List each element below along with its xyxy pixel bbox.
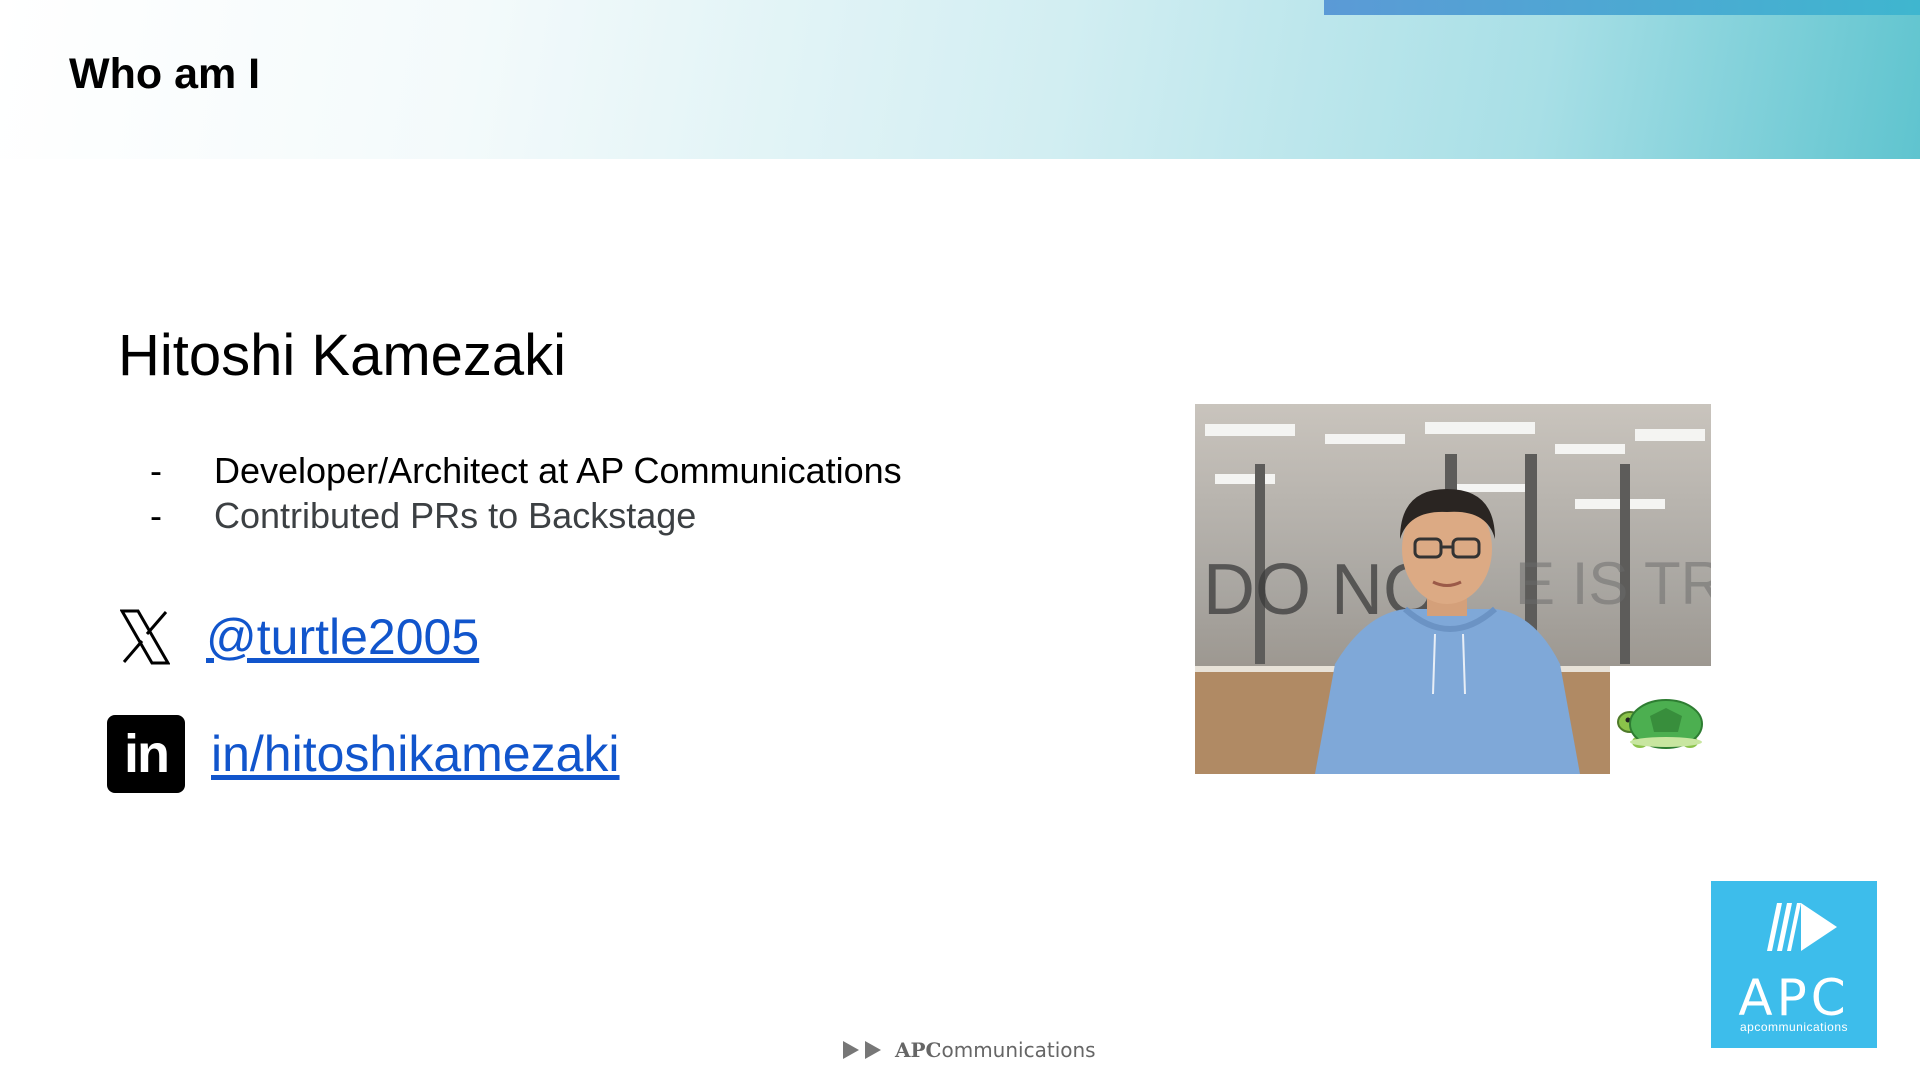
footer-logo: APCommunications <box>841 1038 1096 1062</box>
bullet-text: Contributed PRs to Backstage <box>214 495 697 536</box>
x-social-row: @turtle2005 <box>112 604 479 670</box>
linkedin-logo-icon: in <box>107 715 185 793</box>
linkedin-social-row: in in/hitoshikamezaki <box>107 715 620 793</box>
double-play-icon <box>843 1041 881 1059</box>
footer-logo-prefix: APC <box>895 1038 942 1062</box>
apc-corner-logo: APC apcommunications <box>1711 881 1877 1048</box>
bullet-item: - Contributed PRs to Backstage <box>150 493 902 538</box>
linkedin-profile-link[interactable]: in/hitoshikamezaki <box>211 725 620 783</box>
bullet-marker: - <box>150 495 162 536</box>
apc-logo-text: APC <box>1738 969 1850 1027</box>
bullet-item: - Developer/Architect at AP Communicatio… <box>150 448 902 493</box>
apc-logo-subtext: apcommunications <box>1739 1020 1849 1034</box>
footer-logo-text: APCommunications <box>895 1038 1096 1062</box>
bullet-marker: - <box>150 450 162 491</box>
header-band <box>0 0 1920 159</box>
footer-logo-suffix: ommunications <box>941 1038 1096 1062</box>
slide: Who am I Hitoshi Kamezaki - Developer/Ar… <box>0 0 1920 1080</box>
x-profile-link[interactable]: @turtle2005 <box>206 608 479 666</box>
header-accent-bar <box>1324 0 1920 15</box>
x-logo-icon <box>112 604 178 670</box>
slide-title: Who am I <box>69 50 261 98</box>
person-name: Hitoshi Kamezaki <box>118 323 567 388</box>
turtle-sticker <box>1610 666 1711 774</box>
bullet-text: Developer/Architect at AP Communications <box>214 450 902 491</box>
svg-text:E IS TRY: E IS TRY <box>1515 550 1711 617</box>
bullet-list: - Developer/Architect at AP Communicatio… <box>150 448 902 538</box>
